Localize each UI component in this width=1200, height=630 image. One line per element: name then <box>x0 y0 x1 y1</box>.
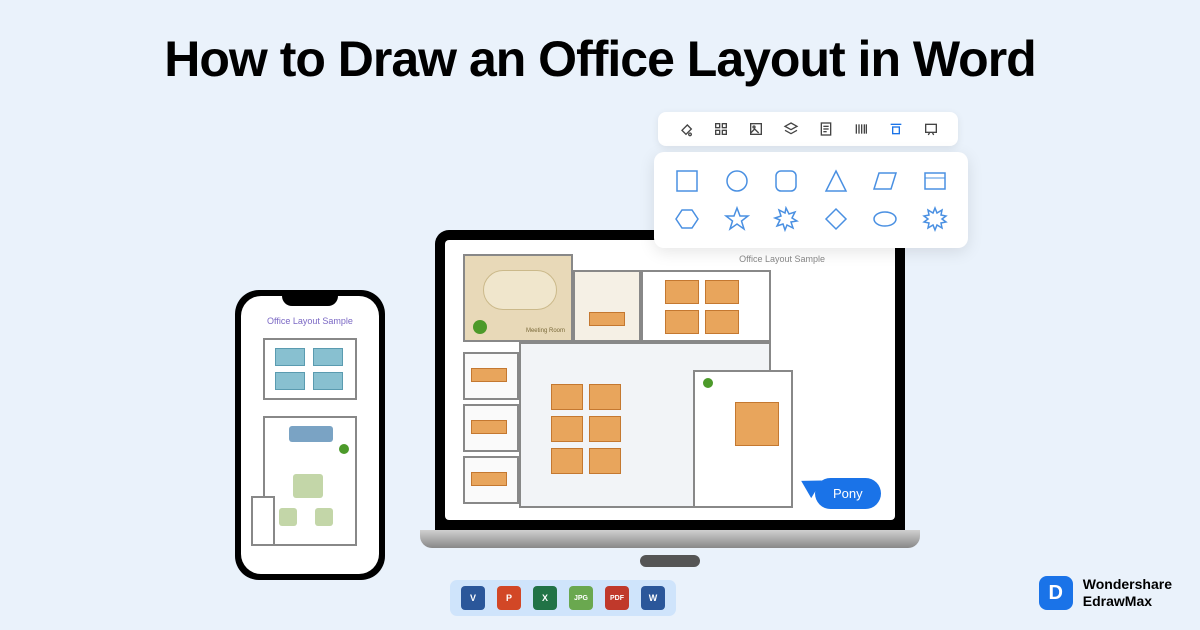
export-powerpoint[interactable]: P <box>496 585 522 611</box>
desk <box>471 420 507 434</box>
export-pdf[interactable]: PDF <box>604 585 630 611</box>
shape-circle[interactable] <box>722 166 752 196</box>
phone-bathroom[interactable] <box>251 496 275 546</box>
phone-mockup: Office Layout Sample <box>235 290 385 580</box>
chair <box>279 508 297 526</box>
cursor-user-label: Pony <box>815 478 881 509</box>
export-excel[interactable]: X <box>532 585 558 611</box>
layers-icon[interactable] <box>782 120 800 138</box>
grid-icon[interactable] <box>712 120 730 138</box>
shape-hexagon[interactable] <box>672 204 702 234</box>
side-office-3[interactable] <box>463 456 519 504</box>
phone-notch <box>282 290 338 306</box>
plant-icon <box>703 378 713 388</box>
desk <box>313 348 343 366</box>
plant-icon <box>473 320 487 334</box>
cubicle-area-1[interactable] <box>641 270 771 342</box>
shape-diamond[interactable] <box>821 204 851 234</box>
desk <box>665 280 699 304</box>
desk <box>551 384 583 410</box>
office-room-1[interactable] <box>573 270 641 342</box>
conference-table <box>483 270 557 310</box>
desk <box>705 310 739 334</box>
shapes-panel <box>654 152 968 248</box>
side-office-2[interactable] <box>463 404 519 452</box>
private-office[interactable] <box>693 370 793 508</box>
align-icon[interactable] <box>887 120 905 138</box>
formatting-toolbar <box>658 112 958 146</box>
desk <box>705 280 739 304</box>
collaborator-cursor: Pony <box>815 478 881 509</box>
brand-name: Wondershare EdrawMax <box>1083 576 1172 610</box>
image-icon[interactable] <box>747 120 765 138</box>
phone-lounge-area[interactable] <box>263 416 357 546</box>
desk <box>275 372 305 390</box>
chair <box>315 508 333 526</box>
shape-star[interactable] <box>722 204 752 234</box>
fill-icon[interactable] <box>677 120 695 138</box>
desk <box>471 472 507 486</box>
reception-desk <box>589 312 625 326</box>
laptop-mockup: Office Layout Sample Meeting Room <box>420 230 920 570</box>
shape-rounded-square[interactable] <box>771 166 801 196</box>
barcode-icon[interactable] <box>852 120 870 138</box>
executive-desk <box>735 402 779 446</box>
export-word[interactable]: W <box>640 585 666 611</box>
laptop-base <box>420 530 920 548</box>
export-jpg[interactable]: JPG <box>568 585 594 611</box>
shape-ellipse[interactable] <box>870 204 900 234</box>
table <box>293 474 323 498</box>
meeting-room[interactable]: Meeting Room <box>463 254 573 342</box>
export-visio[interactable]: V <box>460 585 486 611</box>
desk <box>313 372 343 390</box>
brand-line1: Wondershare <box>1083 576 1172 593</box>
desk <box>589 416 621 442</box>
desk <box>551 448 583 474</box>
brand-logo-block: D Wondershare EdrawMax <box>1039 576 1172 610</box>
document-icon[interactable] <box>817 120 835 138</box>
shape-flip-rect[interactable] <box>920 166 950 196</box>
desk <box>589 448 621 474</box>
shape-triangle[interactable] <box>821 166 851 196</box>
export-formats-bar: V P X JPG PDF W <box>450 580 676 616</box>
canvas-title: Office Layout Sample <box>739 248 825 264</box>
side-office-1[interactable] <box>463 352 519 400</box>
shape-square[interactable] <box>672 166 702 196</box>
phone-cubicle-area[interactable] <box>263 338 357 400</box>
phone-canvas[interactable]: Office Layout Sample <box>241 296 379 574</box>
desk <box>551 416 583 442</box>
shape-burst-12[interactable] <box>920 204 950 234</box>
shape-parallelogram[interactable] <box>870 166 900 196</box>
brand-line2: EdrawMax <box>1083 593 1172 610</box>
sofa <box>289 426 333 442</box>
laptop-notch <box>640 555 700 567</box>
plant-icon <box>339 444 349 454</box>
desk <box>471 368 507 382</box>
desk <box>589 384 621 410</box>
page-title: How to Draw an Office Layout in Word <box>0 30 1200 88</box>
room-label: Meeting Room <box>526 328 565 334</box>
edrawmax-logo-icon: D <box>1039 576 1073 610</box>
present-icon[interactable] <box>922 120 940 138</box>
desk <box>665 310 699 334</box>
desk <box>275 348 305 366</box>
shape-burst-8[interactable] <box>771 204 801 234</box>
